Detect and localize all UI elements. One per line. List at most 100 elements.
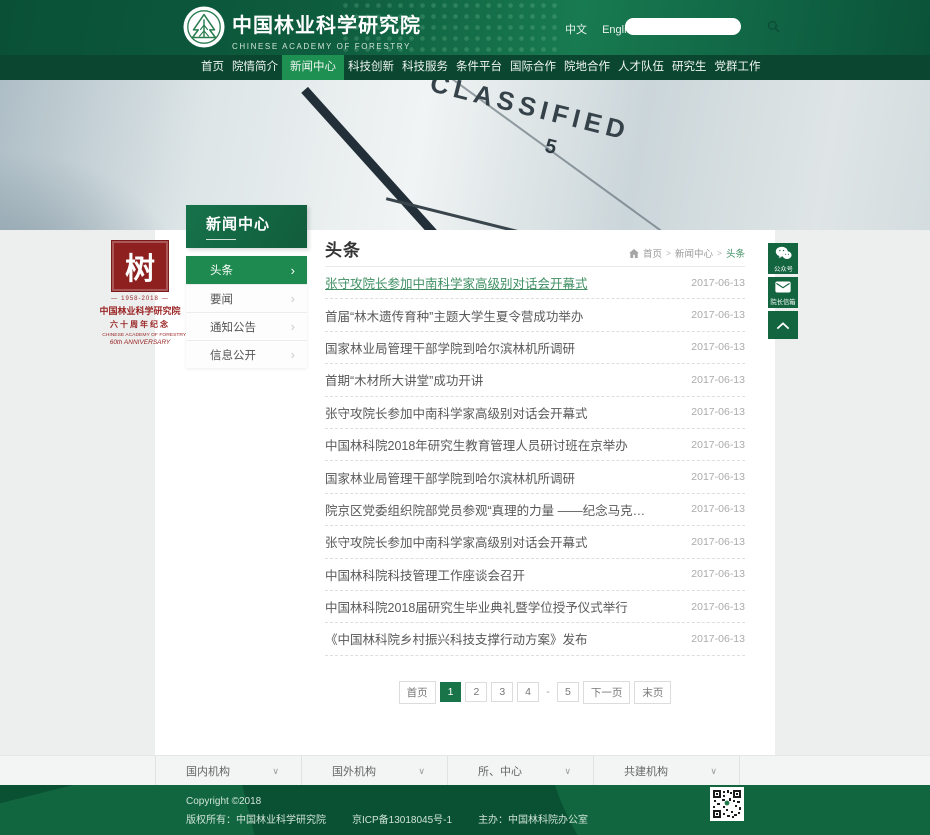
footer-dropdown[interactable]: 国内机构 ∨ [156,756,302,786]
nav-item[interactable]: 首页 [197,55,228,80]
footer-dropdown-label: 国内机构 [186,763,230,779]
news-title-link[interactable]: 首届“林木遗传育种”主题大学生夏令营成功举办 [325,306,583,325]
president-mailbox-button[interactable]: 院长信箱 [768,277,798,308]
search-icon[interactable] [767,20,780,33]
brand-block: 中国林业科学研究院 CHINESE ACADEMY OF FORESTRY [232,9,421,51]
floating-toolbar: 公众号 院长信箱 [768,243,798,339]
news-title-link[interactable]: 院京区党委组织院部党员参观“真理的力量 ——纪念马克思诞辰200周年主题展览 [325,500,655,519]
footer-decor-wedge [0,785,259,835]
chevron-down-icon: ∨ [710,766,717,777]
seal-years: 1958-2018 [98,296,182,302]
seal-stamp-icon: 树 [111,240,169,292]
sidebar-item[interactable]: 要闻 › [186,284,307,312]
sidebar-item[interactable]: 信息公开 › [186,340,307,368]
forestry-logo-icon[interactable] [183,6,225,48]
pagination-button[interactable]: 末页 [634,681,671,704]
news-title-link[interactable]: 中国林科院2018年研究生教育管理人员研讨班在京举办 [325,435,628,454]
news-row: 国家林业局管理干部学院到哈尔滨林机所调研 2017-06-13 [325,332,745,364]
pagination-button[interactable]: 4 [517,682,539,702]
news-row: 首届“林木遗传育种”主题大学生夏令营成功举办 2017-06-13 [325,299,745,331]
search-box [625,18,741,35]
sidebar: 新闻中心 头条 › 要闻 › 通知公告 › 信息公开 › [186,205,307,368]
breadcrumb-items: 首页>新闻中心>头条 [643,246,745,260]
news-date: 2017-06-13 [691,406,745,418]
news-date: 2017-06-13 [691,536,745,548]
breadcrumb-item[interactable]: 新闻中心 [675,246,713,260]
back-to-top-button[interactable] [768,311,798,339]
footer-dropdown[interactable]: 共建机构 ∨ [594,756,740,786]
news-row: 张守攻院长参加中南科学家高级别对话会开幕式 2017-06-13 [325,267,745,299]
footer-dropdown-label: 国外机构 [332,763,376,779]
news-row: 《中国林科院乡村振兴科技支撑行动方案》发布 2017-06-13 [325,623,745,655]
search-input[interactable] [635,20,767,33]
news-row: 张守攻院长参加中南科学家高级别对话会开幕式 2017-06-13 [325,397,745,429]
footer-legal-line: 版权所有：中国林业科学研究院 京ICP备13018045号-1 主办：中国林科院… [186,811,588,826]
seal-name-en: CHINESE ACADEMY OF FORESTRY [102,332,178,337]
news-title-link[interactable]: 张守攻院长参加中南科学家高级别对话会开幕式 [325,532,588,551]
nav-item[interactable]: 党群工作 [711,55,765,80]
news-title-link[interactable]: 张守攻院长参加中南科学家高级别对话会开幕式 [325,403,588,422]
nav-item[interactable]: 科技服务 [398,55,452,80]
news-date: 2017-06-13 [691,568,745,580]
nav-item[interactable]: 科技创新 [344,55,398,80]
nav-item[interactable]: 院地合作 [560,55,614,80]
wechat-label: 公众号 [774,264,793,273]
news-date: 2017-06-13 [691,374,745,386]
news-date: 2017-06-13 [691,601,745,613]
footer-owner: 版权所有：中国林业科学研究院 [186,811,326,826]
breadcrumb: 首页>新闻中心>头条 [629,246,745,260]
footer: Copyright ©2018 版权所有：中国林业科学研究院 京ICP备1301… [0,785,930,835]
news-title-link[interactable]: 《中国林科院乡村振兴科技支撑行动方案》发布 [325,629,588,648]
pagination-button[interactable]: 1 [440,682,462,702]
news-date: 2017-06-13 [691,341,745,353]
breadcrumb-separator: > [717,248,722,258]
nav-item[interactable]: 国际合作 [506,55,560,80]
pagination-button[interactable]: 下一页 [583,681,631,704]
footer-icp[interactable]: 京ICP备13018045号-1 [352,811,452,826]
footer-links-row: 国内机构 ∨ 国外机构 ∨ 所、中心 ∨ 共建机构 ∨ [155,756,741,786]
pagination-button[interactable]: 5 [557,682,579,702]
news-title-link[interactable]: 中国林科院2018届研究生毕业典礼暨学位授予仪式举行 [325,597,628,616]
pagination-button[interactable]: 首页 [399,681,436,704]
sidebar-item-label: 头条 [210,262,233,278]
news-title-link[interactable]: 首期“木材所大讲堂”成功开讲 [325,370,483,389]
news-title-link[interactable]: 张守攻院长参加中南科学家高级别对话会开幕式 [325,273,588,292]
wechat-icon [775,246,792,263]
pagination-button[interactable]: 2 [465,682,487,702]
news-title-link[interactable]: 国家林业局管理干部学院到哈尔滨林机所调研 [325,468,575,487]
sidebar-title-underline [206,239,236,240]
sidebar-item-label: 要闻 [210,291,233,307]
news-row: 中国林科院2018年研究生教育管理人员研讨班在京举办 2017-06-13 [325,429,745,461]
footer-dropdown[interactable]: 所、中心 ∨ [448,756,594,786]
seal-anniversary-cn: 六十周年纪念 [98,319,182,330]
nav-item[interactable]: 新闻中心 [282,55,344,80]
news-title-link[interactable]: 国家林业局管理干部学院到哈尔滨林机所调研 [325,338,575,357]
breadcrumb-item[interactable]: 头条 [726,246,745,260]
nav-item[interactable]: 人才队伍 [614,55,668,80]
breadcrumb-item[interactable]: 首页 [643,246,662,260]
wechat-public-button[interactable]: 公众号 [768,243,798,274]
news-title-link[interactable]: 中国林科院科技管理工作座谈会召开 [325,565,525,584]
chevron-down-icon: ∨ [418,766,425,777]
news-row: 张守攻院长参加中南科学家高级别对话会开幕式 2017-06-13 [325,526,745,558]
pagination: 首页1234-5下一页末页 [325,681,745,704]
page: 中国林业科学研究院 CHINESE ACADEMY OF FORESTRY 中文… [0,0,930,835]
site-title: 中国林业科学研究院 [232,9,421,38]
pagination-button[interactable]: 3 [491,682,513,702]
nav-item[interactable]: 研究生 [668,55,711,80]
hero-banner: CLASSIFIED 5 [0,80,930,230]
lang-zh-link[interactable]: 中文 [565,24,587,36]
sidebar-item[interactable]: 通知公告 › [186,312,307,340]
main-nav: 首页院情简介新闻中心科技创新科技服务条件平台国际合作院地合作人才队伍研究生党群工… [0,55,930,80]
seal-name-cn: 中国林业科学研究院 [98,304,182,317]
footer-dropdown[interactable]: 国外机构 ∨ [302,756,448,786]
top-header: 中国林业科学研究院 CHINESE ACADEMY OF FORESTRY 中文… [0,0,930,55]
nav-item[interactable]: 院情简介 [228,55,282,80]
sidebar-item[interactable]: 头条 › [186,256,307,284]
banner-classified-text: CLASSIFIED [427,80,619,144]
chevron-right-icon: › [291,348,295,361]
chevron-right-icon: › [291,320,295,333]
up-arrow-icon [776,318,790,333]
nav-item[interactable]: 条件平台 [452,55,506,80]
site-subtitle: CHINESE ACADEMY OF FORESTRY [232,42,421,51]
